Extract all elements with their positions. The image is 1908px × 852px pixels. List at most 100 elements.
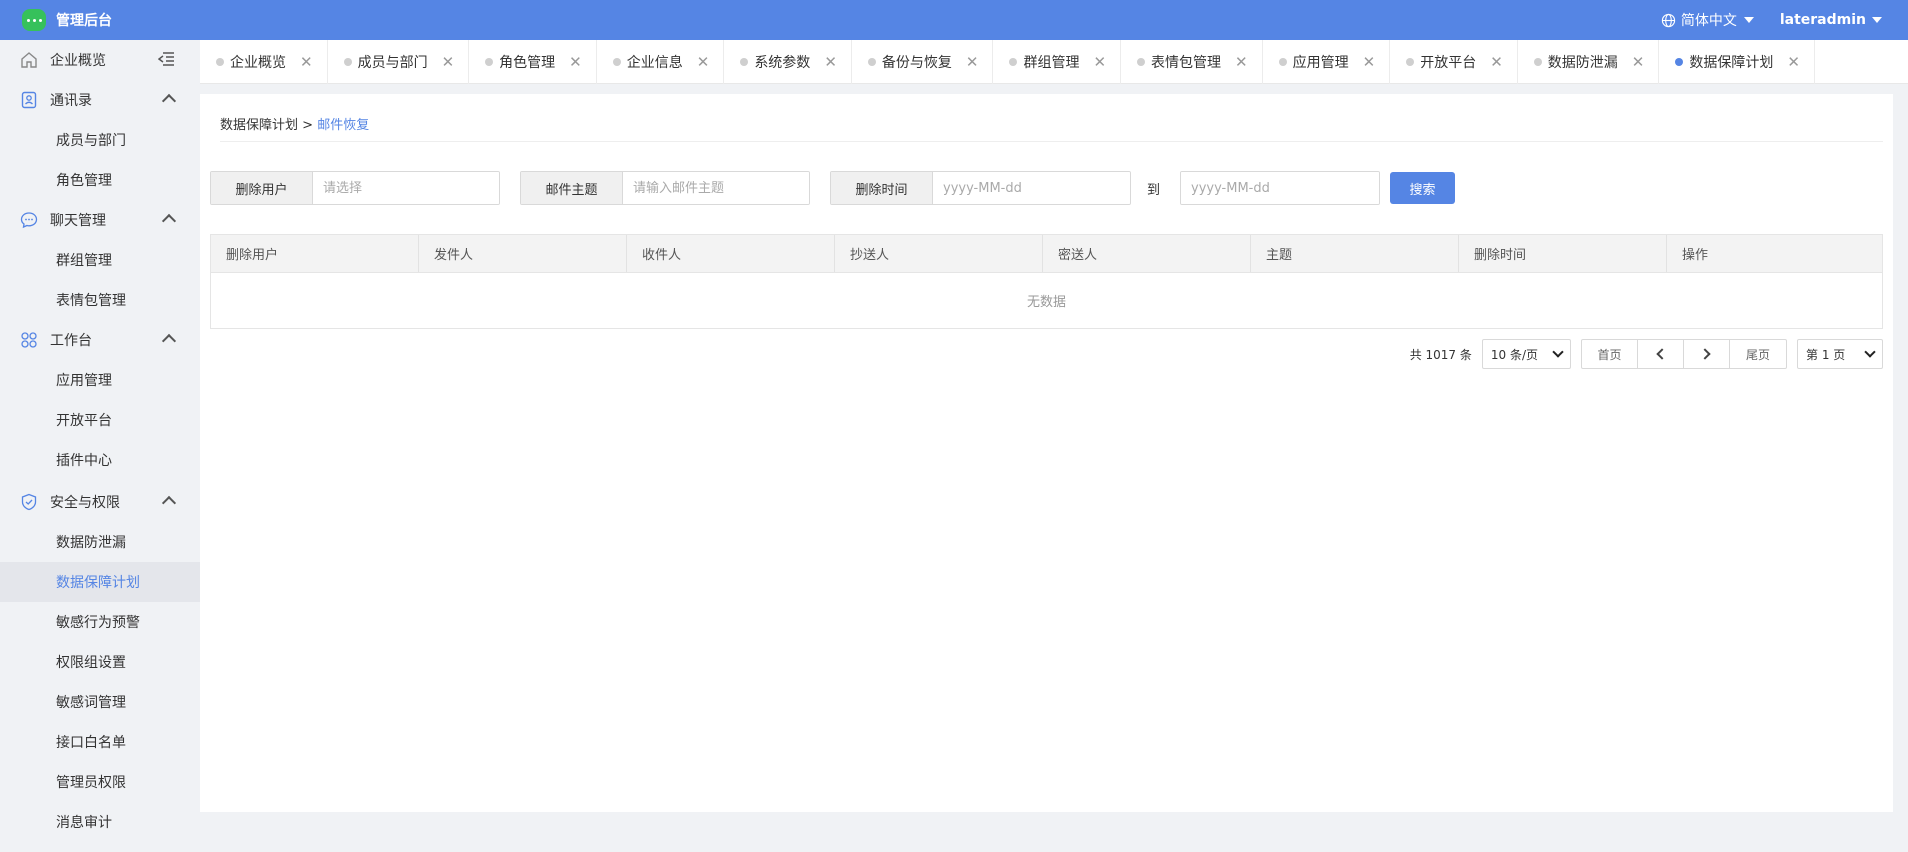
last-page-button[interactable]: 尾页 (1730, 340, 1786, 368)
chat-logo-icon (22, 9, 46, 31)
user-menu[interactable]: lateradmin (1780, 12, 1882, 28)
workbench-icon (20, 331, 38, 349)
page-jump-select[interactable]: 第 1 页 (1797, 339, 1883, 369)
close-icon[interactable]: ✕ (1632, 53, 1645, 71)
sidebar-item-overview[interactable]: 企业概览 (0, 40, 200, 80)
breadcrumb-parent[interactable]: 数据保障计划 (220, 118, 298, 133)
table-header: 删除用户 发件人 收件人 抄送人 密送人 主题 删除时间 操作 (211, 235, 1882, 273)
main-content: 数据保障计划 > 邮件恢复 删除用户 邮件主题 删除时间 到 搜索 删除用户 发… (200, 94, 1893, 812)
filter-bar: 删除用户 邮件主题 删除时间 到 搜索 (210, 171, 1456, 205)
start-date-input[interactable] (933, 172, 1130, 204)
column-header: 收件人 (627, 235, 835, 272)
tab-label: 群组管理 (1023, 55, 1080, 71)
column-header: 删除时间 (1459, 235, 1667, 272)
sidebar-item-permission-groups[interactable]: 权限组设置 (0, 642, 200, 682)
prev-page-button[interactable] (1638, 340, 1684, 368)
language-label: 简体中文 (1680, 13, 1737, 29)
next-page-button[interactable] (1684, 340, 1730, 368)
tab-label: 角色管理 (499, 55, 556, 71)
sidebar-item-plugins[interactable]: 插件中心 (0, 440, 200, 480)
empty-state: 无数据 (1026, 295, 1066, 310)
subject-filter: 邮件主题 (520, 171, 810, 205)
sidebar-group-label: 工作台 (50, 333, 92, 349)
mail-recovery-table: 删除用户 发件人 收件人 抄送人 密送人 主题 删除时间 操作 无数据 (210, 234, 1883, 329)
tab-groups[interactable]: 群组管理 ✕ (993, 40, 1122, 84)
top-bar: 管理后台 简体中文 lateradmin (0, 0, 1908, 40)
sidebar-item-api-whitelist[interactable]: 接口白名单 (0, 722, 200, 762)
tab-label: 应用管理 (1292, 55, 1349, 71)
search-button[interactable]: 搜索 (1390, 172, 1456, 204)
sidebar-item-sensitive-alerts[interactable]: 敏感行为预警 (0, 602, 200, 642)
sidebar-item-admin-permissions[interactable]: 管理员权限 (0, 762, 200, 802)
sidebar-item-roles[interactable]: 角色管理 (0, 160, 200, 200)
language-selector[interactable]: 简体中文 (1661, 10, 1754, 30)
column-header: 操作 (1682, 248, 1709, 263)
sidebar-group-contacts[interactable]: 通讯录 (0, 80, 200, 120)
caret-down-icon (1872, 17, 1882, 23)
sidebar-group-chat[interactable]: 聊天管理 (0, 200, 200, 240)
sidebar-group-workbench[interactable]: 工作台 (0, 320, 200, 360)
close-icon[interactable]: ✕ (1093, 53, 1106, 71)
tab-system-params[interactable]: 系统参数 ✕ (724, 40, 852, 84)
tab-dot (485, 58, 494, 66)
sidebar-group-security[interactable]: 安全与权限 (0, 482, 200, 522)
subject-input[interactable] (623, 172, 809, 204)
tab-overview[interactable]: 企业概览 ✕ (200, 40, 328, 84)
close-icon[interactable]: ✕ (1235, 53, 1248, 71)
sidebar-item-members[interactable]: 成员与部门 (0, 120, 200, 160)
tab-data-protection[interactable]: 数据保障计划 ✕ (1659, 40, 1815, 84)
end-date-input[interactable] (1181, 172, 1380, 204)
close-icon[interactable]: ✕ (1363, 53, 1376, 71)
close-icon[interactable]: ✕ (300, 53, 313, 71)
page-nav: 首页 尾页 (1581, 339, 1787, 369)
menu-fold-icon[interactable] (157, 52, 174, 70)
username: lateradmin (1779, 12, 1866, 28)
sidebar-item-apps[interactable]: 应用管理 (0, 360, 200, 400)
deleted-user-select[interactable] (313, 172, 499, 204)
tab-dot (343, 58, 352, 66)
sidebar-item-open-platform[interactable]: 开放平台 (0, 400, 200, 440)
close-icon[interactable]: ✕ (569, 53, 582, 71)
sidebar-item-message-audit[interactable]: 消息审计 (0, 802, 200, 842)
tab-label: 表情包管理 (1151, 55, 1222, 71)
chevron-up-icon (161, 213, 177, 229)
sidebar: 企业概览 通讯录 成员与部门 角色管理 聊天管理 群组管理 表情包管理 工作台 … (0, 40, 200, 852)
close-icon[interactable]: ✕ (966, 53, 979, 71)
first-page-button[interactable]: 首页 (1582, 340, 1638, 368)
chevron-up-icon (161, 93, 177, 109)
tab-dlp[interactable]: 数据防泄漏 ✕ (1518, 40, 1660, 84)
tab-label: 系统参数 (754, 55, 811, 71)
sidebar-item-sensitive-words[interactable]: 敏感词管理 (0, 682, 200, 722)
tab-label: 数据保障计划 (1689, 55, 1774, 71)
close-icon[interactable]: ✕ (697, 53, 710, 71)
tab-roles[interactable]: 角色管理 ✕ (469, 40, 597, 84)
sidebar-item-groups[interactable]: 群组管理 (0, 240, 200, 280)
close-icon[interactable]: ✕ (1490, 53, 1503, 71)
deleted-user-label: 删除用户 (211, 172, 313, 204)
tab-dot (1406, 58, 1415, 66)
tab-label: 数据防泄漏 (1547, 55, 1618, 71)
tab-open-platform[interactable]: 开放平台 ✕ (1390, 40, 1518, 84)
tab-company-info[interactable]: 企业信息 ✕ (597, 40, 725, 84)
tab-bar: 企业概览 ✕ 成员与部门 ✕ 角色管理 ✕ 企业信息 ✕ 系统参数 ✕ 备份与恢复 ✕ 群组… (200, 40, 1908, 84)
tab-stickers[interactable]: 表情包管理 ✕ (1121, 40, 1263, 84)
close-icon[interactable]: ✕ (442, 53, 455, 71)
tab-apps[interactable]: 应用管理 ✕ (1263, 40, 1391, 84)
close-icon[interactable]: ✕ (1787, 53, 1800, 71)
tab-dot (1137, 58, 1146, 66)
sidebar-item-data-protection[interactable]: 数据保障计划 (0, 562, 200, 602)
page-size-select[interactable]: 10 条/页 (1481, 339, 1571, 369)
chevron-right-icon (1699, 348, 1711, 360)
column-header: 主题 (1251, 235, 1459, 272)
breadcrumb-current: 邮件恢复 (317, 118, 370, 133)
column-header: 发件人 (419, 235, 627, 272)
shield-icon (20, 493, 38, 511)
sidebar-item-dlp[interactable]: 数据防泄漏 (0, 522, 200, 562)
close-icon[interactable]: ✕ (824, 53, 837, 71)
tab-backup[interactable]: 备份与恢复 ✕ (852, 40, 994, 84)
home-icon (20, 51, 38, 69)
tab-members[interactable]: 成员与部门 ✕ (328, 40, 470, 84)
chevron-down-icon (1552, 346, 1564, 358)
sidebar-item-stickers[interactable]: 表情包管理 (0, 280, 200, 320)
tab-dot (612, 58, 621, 66)
